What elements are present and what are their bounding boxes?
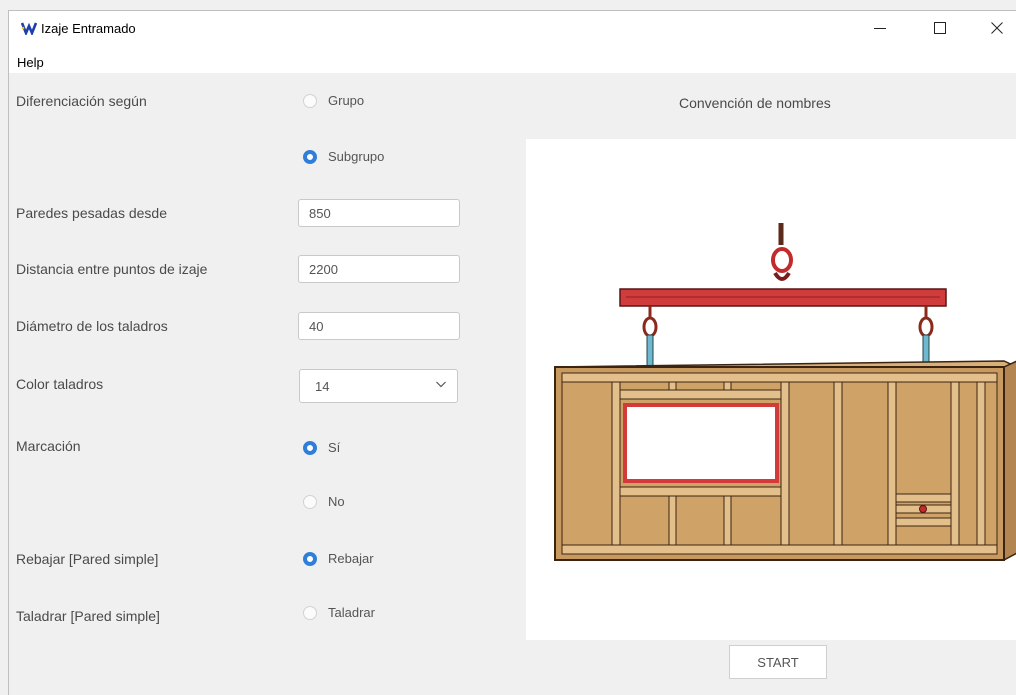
radio-rebajar[interactable]: Rebajar [303,551,374,566]
color-taladros-value: 14 [315,379,330,394]
diametro-label: Diámetro de los taladros [16,318,168,334]
paredes-pesadas-label: Paredes pesadas desde [16,205,167,221]
window-opening [623,403,779,483]
maximize-icon [934,22,946,34]
radio-subgrupo[interactable]: Subgrupo [303,149,384,164]
lift-rod-left [646,334,654,368]
lift-hook-left-icon [642,316,658,338]
marcacion-label: Marcación [16,438,81,454]
wall-preview-canvas [526,139,1016,640]
radio-rebajar-label: Rebajar [328,551,374,566]
radio-rebajar-indicator[interactable] [303,551,317,566]
crane-shackle [773,271,791,281]
menu-bar [9,45,1016,73]
window-title: Izaje Entramado [41,21,136,36]
radio-si-label: Sí [328,440,341,455]
minimize-icon [874,28,886,29]
app-logo-icon [21,22,37,35]
title-bar[interactable]: Izaje Entramado [9,11,1016,45]
diferenciacion-label: Diferenciación según [16,93,147,109]
taladrar-label: Taladrar [Pared simple] [16,608,160,624]
maximize-button[interactable] [917,11,963,45]
radio-subgrupo-label: Subgrupo [328,149,385,164]
radio-grupo-label: Grupo [328,93,365,108]
app-window: Izaje Entramado Help Diferenciación segú… [8,10,1016,695]
radio-no-label: No [328,494,345,509]
distancia-input[interactable]: 2200 [298,255,460,283]
radio-si[interactable]: Sí [303,440,340,455]
naming-convention-heading: Convención de nombres [679,95,831,111]
radio-no[interactable]: No [303,494,345,509]
paredes-pesadas-input[interactable]: 850 [298,199,460,227]
distancia-label: Distancia entre puntos de izaje [16,261,208,277]
radio-no-indicator[interactable] [303,494,317,509]
radio-taladrar-label: Taladrar [328,605,375,620]
close-button[interactable] [974,11,1016,45]
radio-taladrar[interactable]: Taladrar [303,605,375,620]
start-button[interactable]: START [729,645,827,679]
color-taladros-label: Color taladros [16,376,104,392]
radio-si-indicator[interactable] [303,440,317,455]
close-icon [991,22,1003,34]
menu-help[interactable]: Help [17,55,44,70]
rebajar-label: Rebajar [Pared simple] [16,551,159,567]
chevron-down-icon [436,381,446,388]
radio-subgrupo-indicator[interactable] [303,149,317,164]
minimize-button[interactable] [857,11,903,45]
radio-taladrar-indicator[interactable] [303,605,317,620]
radio-grupo-indicator[interactable] [303,93,317,108]
drill-hole-mark [919,505,927,513]
wall-lifting-illustration [554,223,1016,562]
color-taladros-select[interactable]: 14 [299,369,458,403]
radio-grupo[interactable]: Grupo [303,93,364,108]
timber-frame-wall [554,360,1016,562]
lift-hook-right-icon [918,316,934,338]
crane-hook-icon [771,247,793,273]
diametro-input[interactable]: 40 [298,312,460,340]
